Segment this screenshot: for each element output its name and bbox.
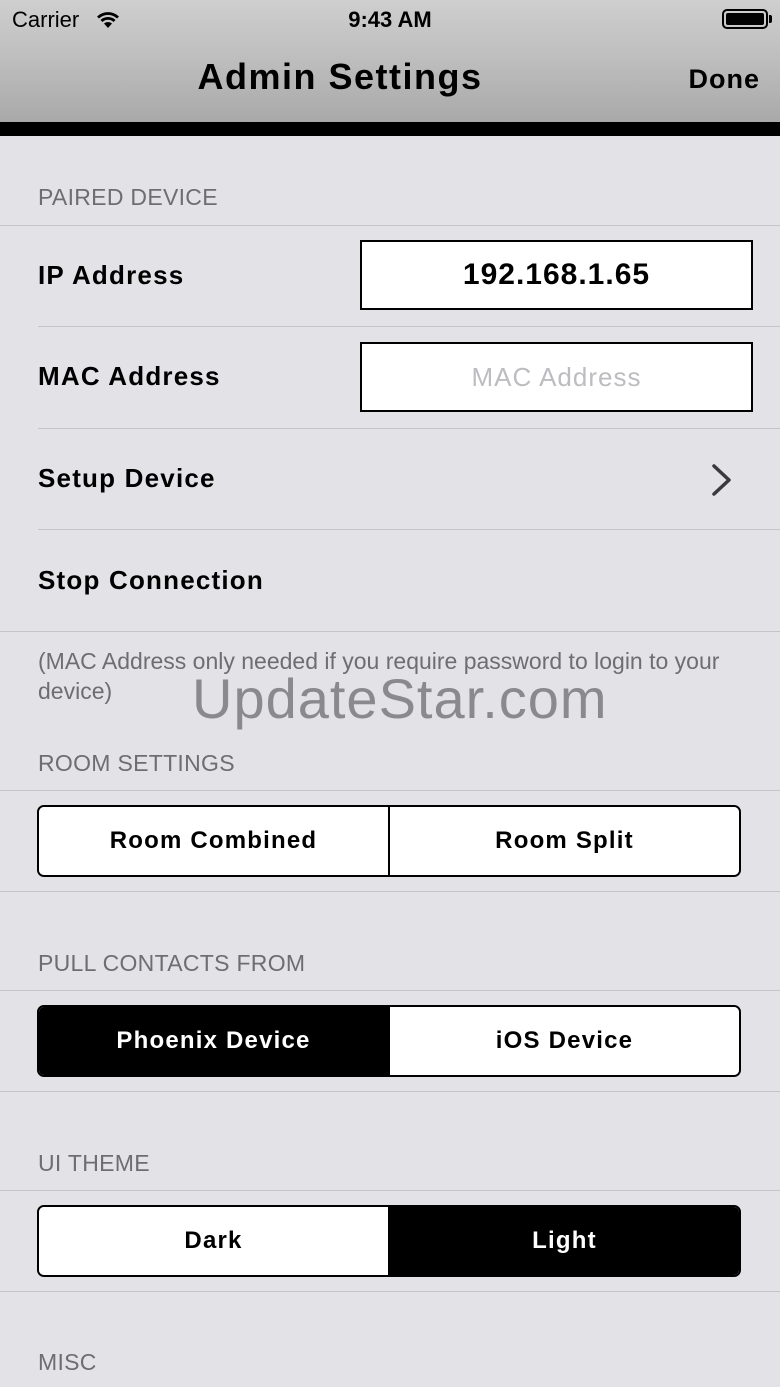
room-settings-segmented-control: Room Combined Room Split — [37, 805, 741, 877]
divider — [0, 990, 780, 991]
watermark: UpdateStar.com — [192, 667, 608, 730]
pull-contacts-segmented-control: Phoenix Device iOS Device — [37, 1005, 741, 1077]
divider — [0, 631, 780, 632]
room-combined-segment[interactable]: Room Combined — [39, 807, 388, 875]
light-theme-segment[interactable]: Light — [388, 1207, 739, 1275]
setup-device-row[interactable]: Setup Device — [38, 463, 216, 494]
section-header-pull-contacts: PULL CONTACTS FROM — [38, 950, 306, 976]
divider — [38, 428, 780, 429]
section-header-ui-theme: UI THEME — [38, 1150, 150, 1176]
divider — [0, 225, 780, 226]
ip-address-label: IP Address — [38, 260, 185, 290]
battery-cap — [769, 15, 772, 23]
divider — [0, 1190, 780, 1191]
dark-theme-segment[interactable]: Dark — [39, 1207, 388, 1275]
divider — [0, 1291, 780, 1292]
navbar-divider — [0, 122, 780, 136]
navigation-bar: Carrier 9:43 AM Admin Settings Done — [0, 0, 780, 122]
divider — [38, 326, 780, 327]
ui-theme-segmented-control: Dark Light — [37, 1205, 741, 1277]
done-button[interactable]: Done — [620, 64, 760, 95]
phoenix-device-segment[interactable]: Phoenix Device — [39, 1007, 388, 1075]
mac-address-field[interactable]: MAC Address — [360, 342, 753, 412]
battery-icon — [722, 9, 768, 29]
mac-address-label: MAC Address — [38, 361, 221, 391]
section-header-room-settings: ROOM SETTINGS — [38, 750, 235, 776]
divider — [0, 1091, 780, 1092]
divider — [0, 891, 780, 892]
ios-device-segment[interactable]: iOS Device — [388, 1007, 739, 1075]
admin-settings-screen: Carrier 9:43 AM Admin Settings Done PAIR… — [0, 0, 780, 1387]
divider — [38, 529, 780, 530]
chevron-right-icon — [712, 464, 731, 496]
status-time: 9:43 AM — [348, 7, 432, 32]
room-split-segment[interactable]: Room Split — [388, 807, 739, 875]
status-bar: Carrier 9:43 AM — [0, 0, 780, 40]
stop-connection-row[interactable]: Stop Connection — [38, 565, 264, 596]
section-header-paired-device: PAIRED DEVICE — [38, 184, 218, 210]
ip-address-field[interactable]: 192.168.1.65 — [360, 240, 753, 310]
section-header-misc: MISC — [38, 1349, 97, 1375]
divider — [0, 790, 780, 791]
page-title: Admin Settings — [197, 56, 483, 97]
